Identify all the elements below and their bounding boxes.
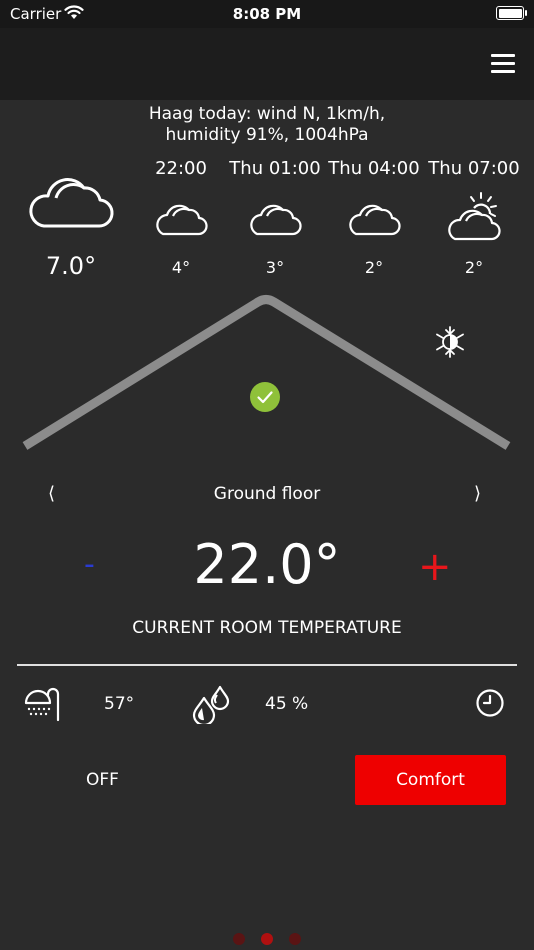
clock-icon[interactable]	[475, 688, 505, 722]
page-dot-active[interactable]	[261, 933, 273, 945]
weather-summary-line-1: Haag today: wind N, 1km/h,	[148, 104, 386, 124]
shower-icon	[24, 686, 64, 726]
divider	[17, 664, 517, 666]
page-indicator	[0, 930, 534, 949]
comfort-mode-button[interactable]: Comfort	[355, 755, 506, 805]
forecast-time: 22:00	[155, 158, 207, 179]
status-time: 8:08 PM	[232, 5, 302, 23]
cloud-icon	[131, 186, 231, 248]
increase-temperature-button[interactable]: +	[418, 547, 452, 587]
room-humidity: 45 %	[265, 694, 309, 714]
forecast-time: Thu 04:00	[328, 158, 420, 179]
status-ok-icon	[250, 382, 280, 412]
weather-summary: Haag today: wind N, 1km/h, humidity 91%,…	[0, 104, 534, 146]
floor-name: Ground floor	[213, 484, 321, 504]
cloud-icon	[26, 168, 116, 236]
forecast-time: Thu 07:00	[428, 158, 520, 179]
partly-sunny-icon	[424, 186, 524, 248]
snowflake-sun-icon[interactable]	[432, 324, 468, 364]
battery-icon	[496, 6, 527, 20]
page-dot[interactable]	[289, 933, 301, 945]
forecast-item: Thu 01:00 3°	[225, 158, 325, 277]
forecast-temp: 3°	[265, 258, 285, 277]
hamburger-menu-icon[interactable]	[491, 54, 515, 74]
cloud-icon	[324, 186, 424, 248]
page-dot[interactable]	[233, 933, 245, 945]
room-temperature: 22.0°	[193, 533, 341, 596]
weather-summary-line-2: humidity 91%, 1004hPa	[165, 125, 369, 145]
humidity-drops-icon	[190, 684, 232, 728]
house-roof-outline	[22, 295, 511, 450]
forecast-temp: 4°	[171, 258, 191, 277]
status-bar: Carrier 8:08 PM	[0, 0, 534, 28]
forecast-item: 22:00 4°	[131, 158, 231, 277]
forecast-temp: 2°	[464, 258, 484, 277]
off-mode-button[interactable]: OFF	[86, 770, 119, 790]
next-floor-button[interactable]: ⟩	[474, 483, 481, 504]
forecast-time: Thu 01:00	[229, 158, 321, 179]
forecast-item: Thu 04:00 2°	[324, 158, 424, 277]
water-temperature: 57°	[104, 694, 135, 714]
room-temperature-label: CURRENT ROOM TEMPERATURE	[132, 618, 402, 638]
forecast-item: Thu 07:00 2°	[424, 158, 524, 277]
cloud-icon	[225, 186, 325, 248]
forecast-temp: 2°	[364, 258, 384, 277]
current-outdoor-temp: 7.0°	[45, 252, 97, 280]
nav-bar	[0, 28, 534, 100]
